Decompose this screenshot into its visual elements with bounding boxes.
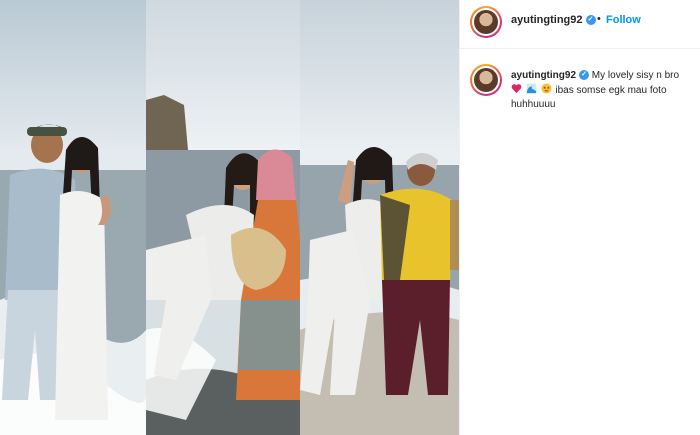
post-photo[interactable]	[0, 0, 459, 435]
follow-button[interactable]: Follow	[606, 14, 641, 26]
caption-avatar[interactable]	[470, 64, 502, 96]
wave-emoji-icon	[526, 83, 537, 94]
photo-slice-1	[0, 0, 146, 435]
caption-line-1: My lovely sisy n bro	[591, 70, 680, 81]
username[interactable]: ayutingting92 ✓	[511, 14, 596, 26]
verified-badge-icon: ✓	[579, 70, 590, 81]
photo-slice-2	[146, 0, 300, 435]
post-header: ayutingting92 ✓ • Follow	[460, 0, 700, 49]
caption-text: ayutingting92 ✓ My lovely sisy n bro ibas…	[511, 69, 696, 112]
verified-badge-icon: ✓	[585, 15, 596, 26]
red-heart-emoji-icon	[511, 84, 522, 94]
avatar[interactable]	[470, 6, 502, 38]
caption-username[interactable]: ayutingting92 ✓	[511, 70, 592, 81]
photo-slice-3	[300, 0, 459, 435]
separator-dot: •	[597, 13, 601, 25]
post-side-panel: ayutingting92 ✓ • Follow ayutingting92 ✓ M…	[459, 0, 700, 435]
star-struck-emoji-icon	[541, 83, 552, 94]
